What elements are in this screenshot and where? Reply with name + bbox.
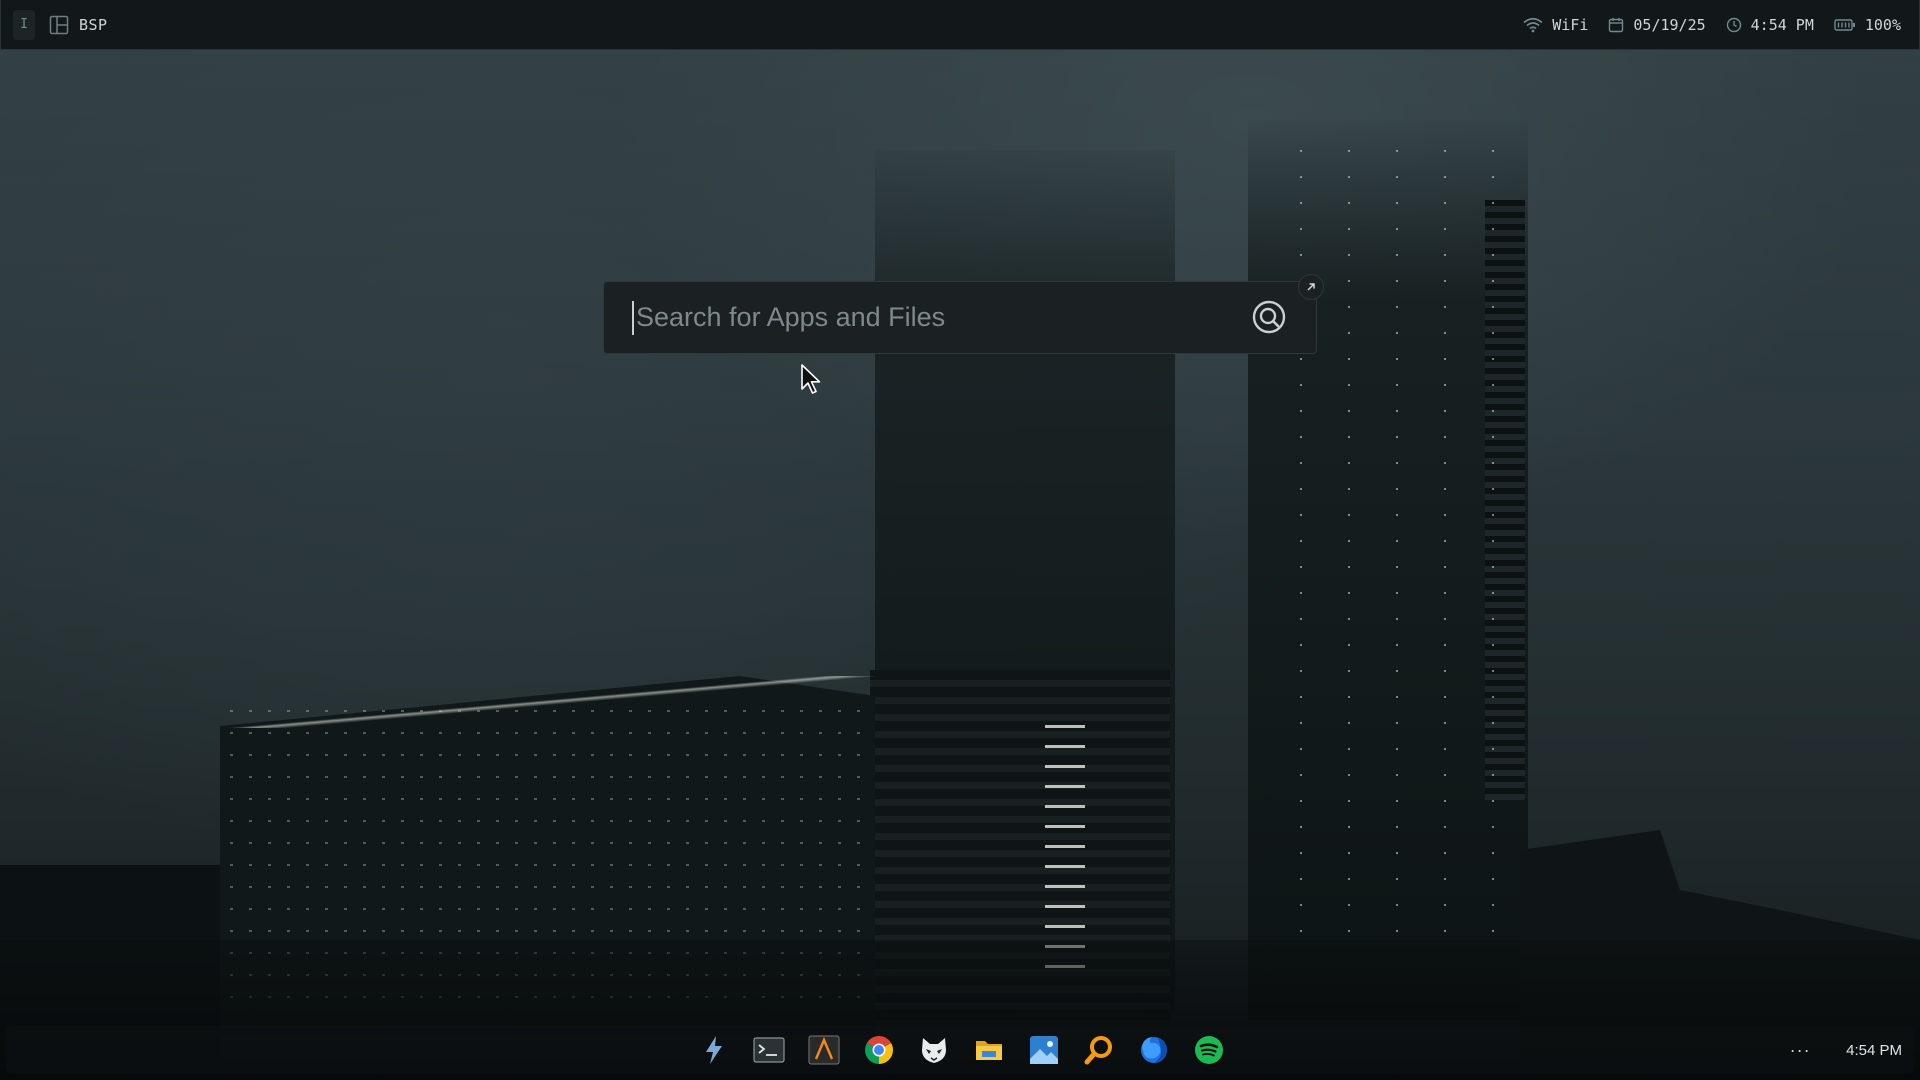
dock-app-terminal[interactable] [750,1031,788,1069]
date-status[interactable]: 05/19/25 [1608,15,1706,34]
date-label: 05/19/25 [1633,15,1706,34]
system-tray: ··· 4:54 PM [1778,1030,1902,1070]
battery-status[interactable]: 100% [1834,16,1901,34]
wallpaper-tower-left-lights [1045,725,1085,975]
dock-app-files[interactable] [970,1031,1008,1069]
layout-label: BSP [79,15,108,34]
photos-icon [1030,1036,1058,1064]
dock-app-search[interactable] [1080,1031,1118,1069]
mouse-cursor-icon [801,364,821,394]
arrow-up-right-icon [1307,283,1315,291]
battery-icon [1834,18,1855,31]
terminal-icon [753,1037,785,1063]
workspace-indicator[interactable]: I [13,9,35,40]
magnifier-icon [1084,1036,1112,1065]
tray-clock[interactable]: 4:54 PM [1846,1042,1902,1059]
top-status-bar: I BSP WiFi 05/19/25 4:54 PM 100% [0,0,1920,50]
dock-app-spotify[interactable] [1190,1031,1228,1069]
folder-icon [976,1041,1002,1060]
launcher-search-input[interactable] [634,282,1246,353]
editor-icon [808,1035,840,1065]
spotify-icon [1195,1036,1223,1064]
wallpaper-tower-right-lights [1300,150,1500,950]
topbar-left-group: I BSP [1,0,108,49]
expand-launcher-button[interactable] [1298,274,1324,300]
time-label: 4:54 PM [1750,15,1814,34]
wifi-icon [1523,17,1543,32]
tray-overflow-button[interactable]: ··· [1778,1035,1822,1065]
topbar-right-group: WiFi 05/19/25 4:54 PM 100% [1523,16,1901,34]
time-status[interactable]: 4:54 PM [1726,16,1814,34]
desktop-wallpaper [0,0,1920,1080]
firefox-icon [1141,1037,1167,1063]
dock-app-mask[interactable] [915,1031,953,1069]
dock-app-bolt[interactable] [695,1031,733,1069]
dock-app-editor[interactable] [805,1031,843,1069]
clock-icon [1726,17,1741,32]
dock-app-list [695,1028,1228,1072]
dock-app-firefox[interactable] [1135,1031,1173,1069]
app-launcher [603,274,1324,354]
mask-icon [922,1038,946,1063]
chrome-icon [865,1036,893,1064]
wifi-status[interactable]: WiFi [1523,16,1588,34]
dock-app-photos[interactable] [1025,1031,1063,1069]
wifi-label: WiFi [1552,15,1589,34]
calendar-icon [1609,17,1624,32]
wallpaper-low-building-roofline [220,676,875,728]
visual-search-button[interactable] [1246,294,1294,342]
lens-icon [1252,300,1286,337]
dock-app-chrome[interactable] [860,1031,898,1069]
battery-label: 100% [1864,15,1901,34]
layout-bsp-icon[interactable] [49,15,69,35]
lightning-icon [706,1036,722,1064]
